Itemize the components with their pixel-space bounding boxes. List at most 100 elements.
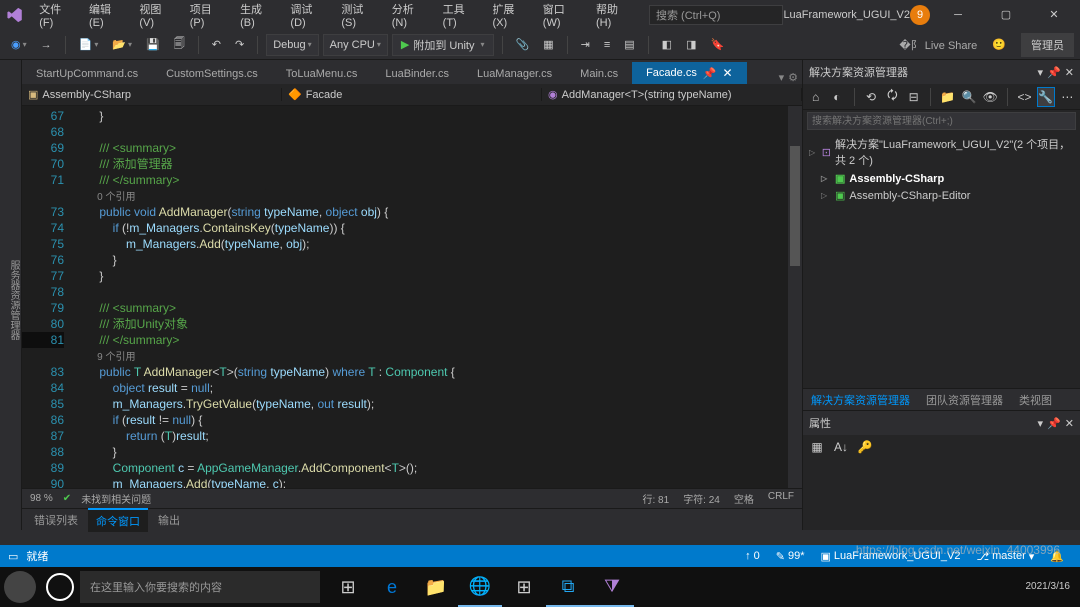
task-view-icon[interactable]: ⊞ [326,567,370,607]
vscode-icon[interactable]: ⧉ [546,567,590,607]
close-tab-icon[interactable]: ✕ [723,66,733,80]
menu-file[interactable]: 文件(F) [31,0,81,33]
status-changes[interactable]: ✎ 99* [768,550,813,563]
tab-class-view[interactable]: 类视图 [1011,389,1060,411]
explorer-icon[interactable]: 📁 [414,567,458,607]
collapse-icon[interactable]: ⊟ [905,87,922,107]
menu-build[interactable]: 生成(B) [232,0,282,33]
props-pin-icon[interactable]: 📌 [1047,417,1061,430]
home-icon[interactable]: ⌂ [807,87,824,107]
props-page-icon[interactable]: 🔑 [855,437,875,457]
tab-startup[interactable]: StartUpCommand.cs [22,64,152,84]
comment-icon[interactable]: ◧ [657,35,677,54]
attach-icon[interactable]: 📎 [511,35,535,54]
redo-button[interactable]: ↷ [230,35,249,54]
notification-badge[interactable]: 9 [910,5,930,25]
tab-toluamenu[interactable]: ToLuaMenu.cs [272,64,372,84]
tab-settings-icon[interactable]: ⚙ [788,71,798,84]
status-publish[interactable]: ↑ 0 [737,550,768,563]
nav-fwd-button[interactable]: → [36,36,57,54]
step-icon[interactable]: ⇥ [576,35,595,54]
tab-customsettings[interactable]: CustomSettings.cs [152,64,272,84]
quick-search[interactable]: 搜索 (Ctrl+Q) [649,5,783,25]
menu-project[interactable]: 项目(P) [182,0,232,33]
tab-error-list[interactable]: 错误列表 [26,509,86,531]
solution-search[interactable] [807,112,1076,130]
panel-dropdown-icon[interactable]: ▾ [1038,66,1044,79]
run-button[interactable]: ▶附加到 Unity▾ [392,34,494,56]
tab-main[interactable]: Main.cs [566,64,632,84]
menu-debug[interactable]: 调试(D) [282,0,333,33]
start-avatar[interactable] [4,571,36,603]
undo-button[interactable]: ↶ [207,35,226,54]
tab-dropdown-icon[interactable]: ▾ [779,71,785,84]
menu-edit[interactable]: 编辑(E) [81,0,131,33]
tool-icon-1[interactable]: ▦ [538,35,558,54]
open-button[interactable]: 📂▾ [107,35,137,54]
solution-root[interactable]: ▷⊡ 解决方案"LuaFramework_UGUI_V2"(2 个项目，共 2 … [803,134,1080,170]
code-content[interactable]: } /// <summary> /// 添加管理器 /// </summary>… [86,106,788,488]
issues-status[interactable]: 未找到相关问题 [81,491,151,506]
tab-output[interactable]: 输出 [150,509,188,531]
close-button[interactable]: ✕ [1034,1,1074,29]
admin-badge[interactable]: 管理员 [1021,33,1074,57]
menu-window[interactable]: 窗口(W) [535,0,588,33]
code-editor[interactable]: 6768697071737475767778798081838485868788… [22,106,802,488]
tab-luamanager[interactable]: LuaManager.cs [463,64,566,84]
panel-pin-icon[interactable]: 📌 [1047,66,1061,79]
new-project-button[interactable]: 📄▾ [74,35,104,54]
tool-icon-2[interactable]: ≡ [599,36,615,54]
project-assembly-csharp[interactable]: ▷▣ Assembly-CSharp [803,170,1080,187]
vs-icon[interactable]: ⧩ [590,567,634,607]
menu-test[interactable]: 测试(S) [333,0,383,33]
show-all-icon[interactable]: 📁 [939,87,956,107]
feedback-icon[interactable]: 🙂 [987,35,1011,54]
nav-back-button[interactable]: ◉▾ [6,35,32,54]
categorize-icon[interactable]: ▦ [807,437,827,457]
taskbar-search[interactable]: 在这里输入你要搜索的内容 [80,571,320,603]
config-select[interactable]: Debug ▾ [266,34,318,56]
more-icon[interactable]: ⋯ [1059,87,1076,107]
store-icon[interactable]: ⊞ [502,567,546,607]
chrome-icon[interactable]: 🌐 [458,567,502,607]
menu-extensions[interactable]: 扩展(X) [484,0,534,33]
solution-tree[interactable]: ▷⊡ 解决方案"LuaFramework_UGUI_V2"(2 个项目，共 2 … [803,132,1080,388]
server-explorer-tab[interactable]: 服务器资源管理器 [0,60,22,530]
alpha-icon[interactable]: A↓ [831,437,851,457]
tab-luabinder[interactable]: LuaBinder.cs [371,64,463,84]
props-close-icon[interactable]: ✕ [1065,417,1074,430]
live-share-button[interactable]: �阝 Live Share [899,37,977,53]
nav-member[interactable]: ◉AddManager<T>(string typeName) [542,88,802,101]
vertical-scrollbar[interactable] [788,106,802,488]
zoom-level[interactable]: 98 % [30,493,53,504]
tab-command-window[interactable]: 命令窗口 [88,508,148,532]
refresh-icon[interactable]: 🗘 [884,87,901,107]
tab-solution-explorer[interactable]: 解决方案资源管理器 [803,389,918,411]
bookmark-icon[interactable]: 🔖 [705,35,729,54]
tab-team-explorer[interactable]: 团队资源管理器 [918,389,1011,411]
maximize-button[interactable]: ▢ [986,1,1026,29]
fold-column[interactable] [70,106,86,488]
nav-project[interactable]: ▣Assembly-CSharp [22,88,282,101]
tab-facade[interactable]: Facade.cs 📌✕ [632,62,747,84]
view-code-icon[interactable]: <> [1016,87,1033,107]
wrench-icon[interactable]: 🔧 [1037,87,1055,107]
nav-namespace[interactable]: 🔶Facade [282,88,542,101]
edge-icon[interactable]: e [370,567,414,607]
menu-tools[interactable]: 工具(T) [435,0,485,33]
save-all-button[interactable]: 🗐 [169,32,190,57]
props-dropdown-icon[interactable]: ▾ [1038,417,1044,430]
sync-icon[interactable]: ⟲ [862,87,879,107]
menu-analyze[interactable]: 分析(N) [384,0,435,33]
uncomment-icon[interactable]: ◨ [681,35,701,54]
save-button[interactable]: 💾 [141,35,165,54]
preview-icon[interactable]: 👁 [982,87,999,107]
platform-select[interactable]: Any CPU ▾ [323,34,388,56]
back-icon[interactable]: ◐ [828,87,845,107]
properties-icon[interactable]: 🔍 [960,87,977,107]
menu-view[interactable]: 视图(V) [131,0,181,33]
indent-mode[interactable]: 空格 [734,491,754,506]
tool-icon-3[interactable]: ▤ [619,35,639,54]
cortana-icon[interactable] [46,573,74,601]
minimize-button[interactable]: ─ [938,1,978,29]
